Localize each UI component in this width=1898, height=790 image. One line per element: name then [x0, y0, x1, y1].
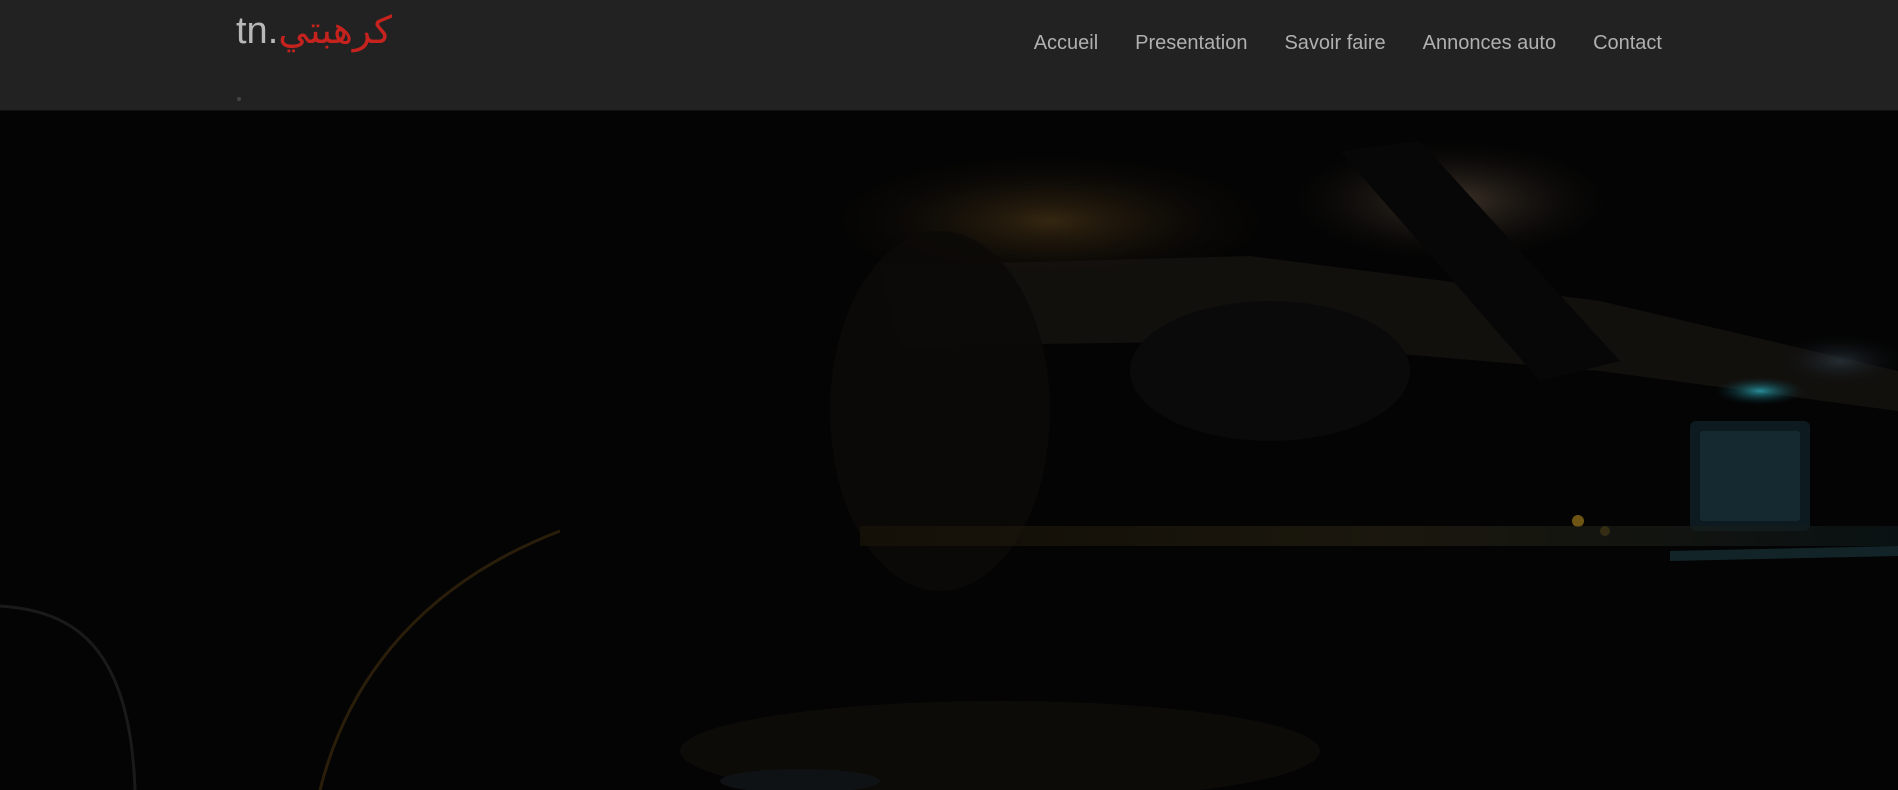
nav-item-annonces-auto[interactable]: Annonces auto	[1404, 30, 1574, 56]
nav-item-presentation[interactable]: Presentation	[1117, 30, 1266, 56]
nav-item-savoir-faire[interactable]: Savoir faire	[1266, 30, 1404, 56]
main-nav: Accueil Presentation Savoir faire Annonc…	[1015, 30, 1662, 56]
nav-item-accueil[interactable]: Accueil	[1015, 30, 1116, 56]
brand-logo[interactable]: tn.كرهبتي	[236, 8, 392, 54]
brand-tn-text: tn	[236, 10, 268, 52]
car-interior-night-photo	[0, 111, 1898, 790]
nav-item-contact[interactable]: Contact	[1575, 30, 1662, 56]
brand-dot-text: .	[267, 10, 279, 52]
top-navbar: tn.كرهبتي Accueil Presentation Savoir fa…	[0, 0, 1898, 111]
brand-marker-dot	[237, 97, 241, 101]
hero-background-image	[0, 111, 1898, 790]
brand-arabic-text: كرهبتي	[278, 10, 392, 52]
